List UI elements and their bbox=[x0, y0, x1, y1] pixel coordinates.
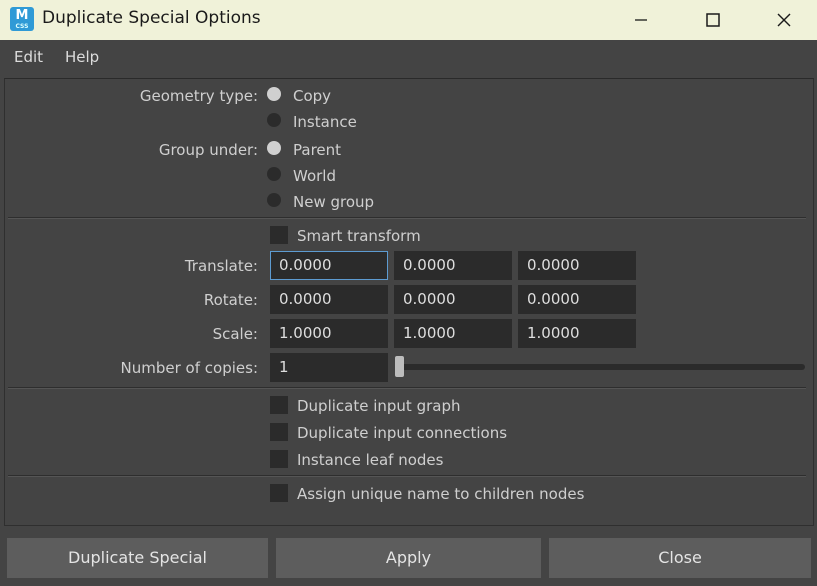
separator bbox=[8, 217, 806, 219]
minimize-icon bbox=[635, 19, 647, 21]
duplicate-input-connections-checkbox[interactable] bbox=[270, 423, 288, 441]
instance-leaf-nodes-checkbox[interactable] bbox=[270, 450, 288, 468]
group-under-label: Group under: bbox=[158, 141, 258, 159]
translate-label: Translate: bbox=[184, 257, 258, 275]
menu-edit[interactable]: Edit bbox=[14, 48, 43, 66]
duplicate-input-connections-label[interactable]: Duplicate input connections bbox=[297, 424, 507, 442]
window-title: Duplicate Special Options bbox=[42, 8, 261, 28]
duplicate-special-button[interactable]: Duplicate Special bbox=[7, 538, 268, 578]
radio-parent-label[interactable]: Parent bbox=[293, 141, 341, 159]
copies-slider-handle[interactable] bbox=[395, 356, 404, 377]
radio-world-label[interactable]: World bbox=[293, 167, 336, 185]
scale-label: Scale: bbox=[212, 325, 258, 343]
copies-label: Number of copies: bbox=[120, 359, 258, 377]
separator bbox=[8, 475, 806, 477]
radio-copy[interactable] bbox=[267, 87, 281, 101]
geometry-type-label: Geometry type: bbox=[139, 87, 258, 105]
separator bbox=[8, 387, 806, 389]
radio-instance[interactable] bbox=[267, 113, 281, 127]
maximize-button[interactable] bbox=[678, 0, 748, 40]
close-button[interactable]: Close bbox=[549, 538, 811, 578]
apply-button[interactable]: Apply bbox=[276, 538, 541, 578]
radio-world[interactable] bbox=[267, 167, 281, 181]
radio-new-group-label[interactable]: New group bbox=[293, 193, 374, 211]
close-window-button[interactable] bbox=[749, 0, 817, 40]
maximize-icon bbox=[706, 13, 720, 27]
minimize-button[interactable] bbox=[606, 0, 676, 40]
assign-unique-name-checkbox[interactable] bbox=[270, 484, 288, 502]
close-icon bbox=[777, 13, 791, 27]
translate-x-field[interactable]: 0.0000 bbox=[270, 251, 388, 280]
radio-copy-label[interactable]: Copy bbox=[293, 87, 331, 105]
instance-leaf-nodes-label[interactable]: Instance leaf nodes bbox=[297, 451, 443, 469]
rotate-y-field[interactable]: 0.0000 bbox=[394, 285, 512, 314]
scale-z-field[interactable]: 1.0000 bbox=[518, 319, 636, 348]
copies-field[interactable]: 1 bbox=[270, 353, 388, 382]
rotate-z-field[interactable]: 0.0000 bbox=[518, 285, 636, 314]
radio-new-group[interactable] bbox=[267, 193, 281, 207]
smart-transform-checkbox[interactable] bbox=[270, 226, 288, 244]
radio-parent[interactable] bbox=[267, 141, 281, 155]
title-bar: M CSS Duplicate Special Options bbox=[0, 0, 817, 40]
duplicate-input-graph-label[interactable]: Duplicate input graph bbox=[297, 397, 461, 415]
scale-x-field[interactable]: 1.0000 bbox=[270, 319, 388, 348]
rotate-x-field[interactable]: 0.0000 bbox=[270, 285, 388, 314]
assign-unique-name-label[interactable]: Assign unique name to children nodes bbox=[297, 485, 584, 503]
radio-instance-label[interactable]: Instance bbox=[293, 113, 357, 131]
scale-y-field[interactable]: 1.0000 bbox=[394, 319, 512, 348]
translate-y-field[interactable]: 0.0000 bbox=[394, 251, 512, 280]
smart-transform-label[interactable]: Smart transform bbox=[297, 227, 421, 245]
rotate-label: Rotate: bbox=[203, 291, 258, 309]
copies-slider-track[interactable] bbox=[398, 364, 805, 370]
duplicate-input-graph-checkbox[interactable] bbox=[270, 396, 288, 414]
menu-bar: Edit Help bbox=[0, 40, 817, 72]
translate-z-field[interactable]: 0.0000 bbox=[518, 251, 636, 280]
maya-app-icon: M CSS bbox=[10, 7, 34, 31]
menu-help[interactable]: Help bbox=[65, 48, 99, 66]
